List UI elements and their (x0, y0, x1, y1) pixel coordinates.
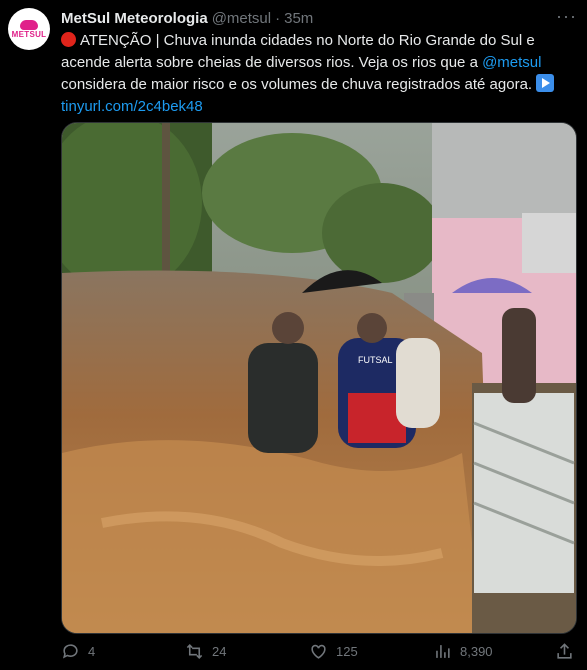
avatar-logo-text: METSUL (11, 29, 47, 39)
like-count: 125 (336, 644, 358, 659)
reply-count: 4 (88, 644, 96, 659)
views-icon (436, 645, 450, 658)
url-link[interactable]: tinyurl.com/2c4bek48 (61, 98, 203, 115)
avatar[interactable]: METSUL (8, 8, 50, 50)
reply-icon (62, 644, 78, 659)
mention-link[interactable]: @metsul (482, 54, 541, 71)
play-button-icon (536, 74, 555, 92)
like-button[interactable]: 125 (309, 642, 358, 661)
author-name[interactable]: MetSul Meteorologia (61, 10, 208, 27)
more-icon[interactable]: ··· (556, 7, 577, 25)
flood-photo: FUTSAL (62, 123, 576, 633)
cloud-icon (20, 19, 38, 30)
views-button[interactable]: 8,390 (433, 642, 493, 661)
views-count: 8,390 (460, 644, 493, 659)
author-handle[interactable]: @metsul (212, 10, 271, 27)
timestamp[interactable]: 35m (284, 10, 313, 27)
jersey-text: FUTSAL (358, 355, 393, 365)
tweet-header: MetSul Meteorologia @metsul · 35m ··· (61, 7, 577, 28)
separator: · (275, 9, 281, 27)
share-icon (557, 643, 572, 659)
retweet-count: 24 (212, 644, 227, 659)
share-button[interactable] (555, 642, 574, 661)
retweet-icon (186, 644, 203, 659)
tweet-text-part1: ATENÇÃO | Chuva inunda cidades no Norte … (61, 32, 535, 71)
action-bar: 4 24 125 8,390 (61, 642, 575, 666)
alert-red-circle-icon (61, 32, 76, 47)
media-image[interactable]: FUTSAL (61, 122, 577, 634)
reply-button[interactable]: 4 (61, 642, 95, 661)
tweet-text-part2: considera de maior risco e os volumes de… (61, 76, 537, 93)
like-icon (311, 644, 326, 659)
tweet-text: ATENÇÃO | Chuva inunda cidades no Norte … (61, 30, 573, 118)
retweet-button[interactable]: 24 (185, 642, 226, 661)
